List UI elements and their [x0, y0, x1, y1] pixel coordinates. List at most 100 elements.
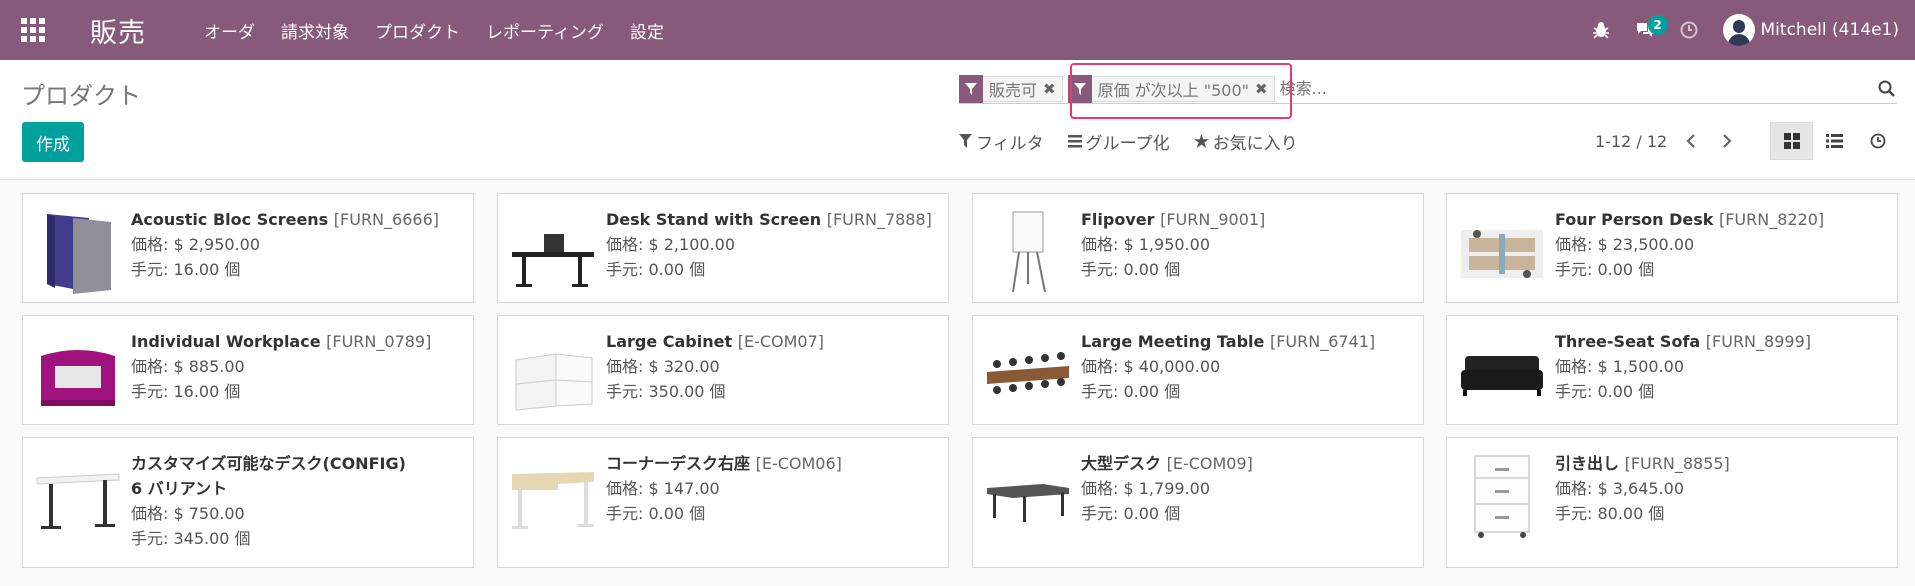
create-button[interactable]: 作成: [22, 122, 84, 162]
bars-icon: [1067, 134, 1082, 147]
app-name[interactable]: 販売: [90, 11, 146, 50]
product-name: コーナーデスク右座: [606, 454, 751, 473]
top-navbar: 販売 オーダ 請求対象 プロダクト レポーティング 設定 2 Mitchell …: [0, 0, 1915, 60]
product-price: 価格: $ 2,100.00: [606, 235, 735, 254]
search-input[interactable]: [1279, 75, 1875, 102]
product-name: Individual Workplace: [131, 332, 321, 351]
control-panel: プロダクト 作成 販売可 ✖ 原価 が次以上 "500" ✖ フィルタ: [0, 60, 1915, 180]
product-card[interactable]: Four Person Desk [FURN_8220] 価格: $ 23,50…: [1446, 193, 1898, 303]
product-price: 価格: $ 750.00: [131, 504, 245, 523]
product-name: Large Meeting Table: [1081, 332, 1265, 351]
product-price: 価格: $ 1,799.00: [1081, 479, 1210, 498]
product-price: 価格: $ 23,500.00: [1555, 235, 1695, 254]
activity-clock-icon[interactable]: [1667, 0, 1711, 60]
product-code: [FURN_8220]: [1718, 210, 1825, 229]
product-on-hand: 手元: 345.00 個: [131, 529, 251, 548]
message-count-badge: 2: [1647, 15, 1668, 35]
meeting-table-image: [983, 326, 1073, 416]
filter-label: フィルタ: [976, 133, 1044, 154]
product-on-hand: 手元: 0.00 個: [1555, 382, 1655, 401]
product-on-hand: 手元: 80.00 個: [1555, 504, 1665, 523]
pager-previous-icon[interactable]: [1673, 134, 1709, 148]
favorites-dropdown[interactable]: お気に入り: [1193, 129, 1298, 154]
product-card[interactable]: コーナーデスク右座 [E-COM06] 価格: $ 147.00 手元: 0.0…: [497, 437, 949, 568]
product-code: [FURN_7888]: [826, 210, 932, 229]
product-price: 価格: $ 147.00: [606, 479, 720, 498]
individual-workplace-image: [33, 326, 123, 416]
product-price: 価格: $ 320.00: [606, 357, 720, 376]
facet-remove-icon[interactable]: ✖: [1043, 80, 1062, 98]
avatar: [1722, 14, 1755, 46]
product-name: 大型デスク: [1081, 454, 1162, 473]
pager-next-icon[interactable]: [1709, 134, 1745, 148]
page-title: プロダクト: [21, 82, 141, 110]
product-card[interactable]: Individual Workplace [FURN_0789] 価格: $ 8…: [22, 315, 474, 425]
product-code: [E-COM07]: [737, 332, 824, 351]
flipover-image: [983, 204, 1073, 294]
product-on-hand: 手元: 0.00 個: [606, 260, 706, 279]
product-code: [FURN_8855]: [1624, 454, 1730, 473]
main-menu: オーダ 請求対象 プロダクト レポーティング 設定: [191, 0, 677, 60]
product-price: 価格: $ 885.00: [131, 357, 245, 376]
product-price: 価格: $ 3,645.00: [1555, 479, 1684, 498]
drawer-image: [1457, 448, 1547, 538]
product-on-hand: 手元: 0.00 個: [606, 504, 706, 523]
product-on-hand: 手元: 0.00 個: [1081, 382, 1181, 401]
facet-highlight-box: [1070, 63, 1292, 119]
sofa-image: [1457, 326, 1547, 416]
list-view-icon[interactable]: [1813, 122, 1856, 160]
filter-dropdown[interactable]: フィルタ: [959, 129, 1044, 154]
menu-item-orders[interactable]: オーダ: [191, 0, 268, 60]
facet-label: 販売可: [989, 80, 1038, 100]
product-name: 引き出し: [1555, 454, 1620, 473]
kanban-view-icon[interactable]: [1770, 122, 1813, 160]
product-on-hand: 手元: 16.00 個: [131, 382, 241, 401]
product-price: 価格: $ 2,950.00: [131, 235, 260, 254]
product-code: [FURN_9001]: [1160, 210, 1266, 229]
product-name: カスタマイズ可能なデスク(CONFIG): [131, 454, 406, 473]
filter-icon: [959, 74, 983, 103]
product-variants: 6 バリアント: [131, 479, 228, 498]
menu-item-products[interactable]: プロダクト: [362, 0, 473, 60]
product-card[interactable]: 引き出し [FURN_8855] 価格: $ 3,645.00 手元: 80.0…: [1446, 437, 1898, 568]
view-switcher: [1770, 122, 1899, 160]
product-code: [FURN_8999]: [1705, 332, 1811, 351]
product-on-hand: 手元: 0.00 個: [1555, 260, 1655, 279]
menu-item-to-invoice[interactable]: 請求対象: [268, 0, 362, 60]
product-name: Four Person Desk: [1555, 210, 1714, 229]
search-icon[interactable]: [1875, 77, 1897, 101]
product-card[interactable]: Acoustic Bloc Screens [FURN_6666] 価格: $ …: [22, 193, 474, 303]
debug-bug-icon[interactable]: [1579, 0, 1623, 60]
product-card[interactable]: Large Meeting Table [FURN_6741] 価格: $ 40…: [972, 315, 1424, 425]
menu-item-settings[interactable]: 設定: [617, 0, 677, 60]
facet-saleable: 販売可 ✖: [959, 74, 1063, 103]
product-name: Three-Seat Sofa: [1555, 332, 1701, 351]
product-card[interactable]: Three-Seat Sofa [FURN_8999] 価格: $ 1,500.…: [1446, 315, 1898, 425]
user-name: Mitchell (414e1): [1760, 20, 1899, 40]
product-name: Flipover: [1081, 210, 1155, 229]
menu-item-reporting[interactable]: レポーティング: [473, 0, 617, 60]
product-card[interactable]: カスタマイズ可能なデスク(CONFIG) 6 バリアント 価格: $ 750.0…: [22, 437, 474, 568]
product-card[interactable]: Flipover [FURN_9001] 価格: $ 1,950.00 手元: …: [972, 193, 1424, 303]
product-on-hand: 手元: 16.00 個: [131, 260, 241, 279]
product-price: 価格: $ 1,500.00: [1555, 357, 1684, 376]
product-code: [E-COM09]: [1166, 454, 1253, 473]
group-by-dropdown[interactable]: グループ化: [1067, 129, 1170, 154]
product-code: [FURN_6741]: [1269, 332, 1376, 351]
large-desk-image: [983, 448, 1073, 538]
product-on-hand: 手元: 350.00 個: [606, 382, 726, 401]
apps-menu-icon[interactable]: [0, 0, 66, 60]
product-on-hand: 手元: 0.00 個: [1081, 260, 1181, 279]
product-card[interactable]: Large Cabinet [E-COM07] 価格: $ 320.00 手元:…: [497, 315, 949, 425]
user-menu[interactable]: Mitchell (414e1): [1711, 0, 1915, 60]
pager-value[interactable]: 1-12 / 12: [1595, 132, 1667, 151]
pager: 1-12 / 12: [1595, 126, 1745, 156]
corner-desk-image: [508, 448, 598, 538]
activity-view-icon[interactable]: [1856, 122, 1899, 160]
product-card[interactable]: 大型デスク [E-COM09] 価格: $ 1,799.00 手元: 0.00 …: [972, 437, 1424, 568]
acoustic-screens-image: [33, 204, 123, 294]
group-by-label: グループ化: [1085, 133, 1170, 154]
product-card[interactable]: Desk Stand with Screen [FURN_7888] 価格: $…: [497, 193, 949, 303]
four-person-desk-image: [1457, 204, 1547, 294]
messages-icon[interactable]: 2: [1623, 0, 1668, 60]
